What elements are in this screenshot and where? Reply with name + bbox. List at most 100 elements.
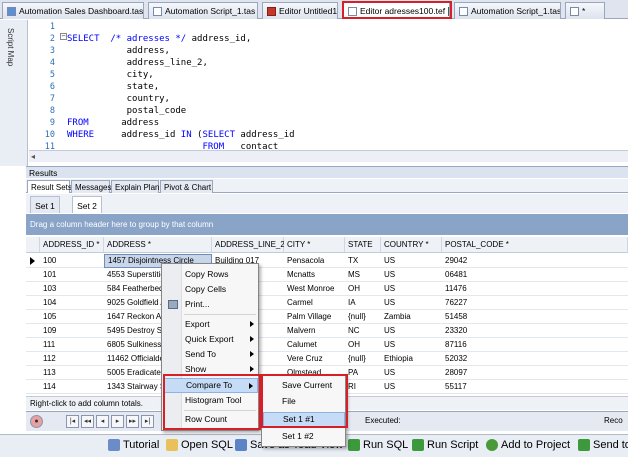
run-script-button[interactable]: Run Script [412,439,478,451]
previous-record-icon[interactable]: ◂ [96,415,109,428]
cell-state[interactable]: RI [345,380,381,394]
row-selector-header[interactable] [26,237,40,253]
menu-item-copy-cells[interactable]: Copy Cells [163,282,258,297]
cell-postal-code[interactable]: 29042 [442,254,522,268]
cell-city[interactable]: Calumet [284,338,345,352]
column-header-state[interactable]: STATE [345,237,381,253]
cell-state[interactable]: MS [345,268,381,282]
tab-explain-plan[interactable]: Explain Plan [111,180,159,193]
cell-postal-code[interactable]: 06481 [442,268,522,282]
tab-editor-untitled1[interactable]: Editor Untitled1 [262,2,338,19]
table-row[interactable]: 105 1647 Reckon Ave Palm Village {null} … [26,310,628,324]
next-record-icon[interactable]: ▸ [111,415,124,428]
cell-country[interactable]: US [381,254,442,268]
send-to-button[interactable]: Send to [578,439,628,451]
last-record-icon[interactable]: ▸| [141,415,154,428]
cell-address-id[interactable]: 100 [40,254,104,268]
cell-country[interactable]: US [381,380,442,394]
cell-address-id[interactable]: 103 [40,282,104,296]
cell-postal-code[interactable]: 52032 [442,352,522,366]
stop-icon[interactable]: ● [30,415,43,428]
editor-horizontal-scrollbar[interactable]: ◂ [29,150,628,162]
cell-postal-code[interactable]: 51458 [442,310,522,324]
tab-set-1[interactable]: Set 1 [30,196,60,213]
cell-address-id[interactable]: 114 [40,380,104,394]
cell-address-id[interactable]: 104 [40,296,104,310]
fold-toggle-icon[interactable]: − [60,33,67,40]
cell-country[interactable]: US [381,268,442,282]
cell-address-id[interactable]: 112 [40,352,104,366]
cell-country[interactable]: US [381,324,442,338]
cell-state[interactable]: {null} [345,352,381,366]
script-map-panel[interactable]: Script Map [0,20,28,166]
previous-page-icon[interactable]: ◂◂ [81,415,94,428]
cell-country[interactable]: US [381,338,442,352]
cell-country[interactable]: Ethiopia [381,352,442,366]
cell-country[interactable]: Zambia [381,310,442,324]
group-by-drop-area[interactable]: Drag a column header here to group by th… [26,214,628,235]
sql-editor[interactable]: 1 2 3 4 5 6 7 8 9 10 11 − SELECT /* adre… [29,20,628,152]
tab-automation-script-1[interactable]: Automation Script_1.tas [148,2,258,19]
cell-city[interactable]: Mcnatts [284,268,345,282]
cell-postal-code[interactable]: 55117 [442,380,522,394]
tab-unsaved[interactable]: * [565,2,605,19]
cell-state[interactable]: TX [345,254,381,268]
cell-country[interactable]: US [381,282,442,296]
cell-postal-code[interactable]: 87116 [442,338,522,352]
next-page-icon[interactable]: ▸▸ [126,415,139,428]
table-row[interactable]: 112 11462 Officialdom 33 Vere Cruz {null… [26,352,628,366]
cell-address-id[interactable]: 113 [40,366,104,380]
tab-result-sets[interactable]: Result Sets [27,180,72,193]
cell-city[interactable]: Carmel [284,296,345,310]
tab-messages[interactable]: Messages [71,180,111,193]
menu-item-quick-export[interactable]: Quick Export [163,332,258,347]
column-header-postal-code[interactable]: POSTAL_CODE * [442,237,628,253]
menu-item-print[interactable]: Print... [163,297,258,312]
cell-city[interactable]: Vere Cruz [284,352,345,366]
add-to-project-button[interactable]: Add to Project [486,439,570,451]
cell-postal-code[interactable]: 23320 [442,324,522,338]
tutorial-button[interactable]: Tutorial [108,439,159,451]
cell-address-id[interactable]: 109 [40,324,104,338]
open-sql-button[interactable]: Open SQL [166,439,233,451]
run-sql-button[interactable]: Run SQL [348,439,408,451]
cell-state[interactable]: {null} [345,310,381,324]
menu-item-export[interactable]: Export [163,317,258,332]
results-grid[interactable]: ADDRESS_ID * ADDRESS * ADDRESS_LINE_2 CI… [26,237,628,395]
table-row[interactable]: 111 6805 Sulkiness St 71 Calumet OH US 8… [26,338,628,352]
cell-address-id[interactable]: 105 [40,310,104,324]
cell-postal-code[interactable]: 28097 [442,366,522,380]
table-row[interactable]: 103 584 Featherbedd West Monroe OH US 11… [26,282,628,296]
cell-state[interactable]: NC [345,324,381,338]
cell-postal-code[interactable]: 11476 [442,282,522,296]
cell-country[interactable]: US [381,366,442,380]
menu-item-send-to[interactable]: Send To [163,347,258,362]
cell-state[interactable]: OH [345,338,381,352]
cell-state[interactable]: IA [345,296,381,310]
tab-automation-sales-dashboard[interactable]: Automation Sales Dashboard.tas [2,2,144,19]
table-row[interactable]: 109 5495 Destroy Str Malvern NC US 23320 [26,324,628,338]
first-record-icon[interactable]: |◂ [66,415,79,428]
cell-city[interactable]: Malvern [284,324,345,338]
column-header-address-id[interactable]: ADDRESS_ID * [40,237,104,253]
cell-postal-code[interactable]: 76227 [442,296,522,310]
cell-address-id[interactable]: 101 [40,268,104,282]
scroll-left-icon[interactable]: ◂ [31,152,35,161]
cell-city[interactable]: Palm Village [284,310,345,324]
cell-city[interactable]: Pensacola [284,254,345,268]
submenu-item-set-1-2[interactable]: Set 1 #2 [263,429,345,444]
tab-automation-script-1-b[interactable]: Automation Script_1.tas [454,2,561,19]
cell-state[interactable]: PA [345,366,381,380]
cell-address-id[interactable]: 111 [40,338,104,352]
table-row[interactable]: 101 4553 Superstition Mcnatts MS US 0648… [26,268,628,282]
column-header-country[interactable]: COUNTRY * [381,237,442,253]
tab-pivot-chart[interactable]: Pivot & Chart [160,180,213,193]
cell-country[interactable]: US [381,296,442,310]
column-header-address[interactable]: ADDRESS * [104,237,212,253]
cell-city[interactable]: West Monroe [284,282,345,296]
cell-state[interactable]: OH [345,282,381,296]
column-header-city[interactable]: CITY * [284,237,345,253]
tab-set-2[interactable]: Set 2 [72,196,102,213]
menu-item-copy-rows[interactable]: Copy Rows [163,267,258,282]
column-header-address-line-2[interactable]: ADDRESS_LINE_2 [212,237,285,253]
